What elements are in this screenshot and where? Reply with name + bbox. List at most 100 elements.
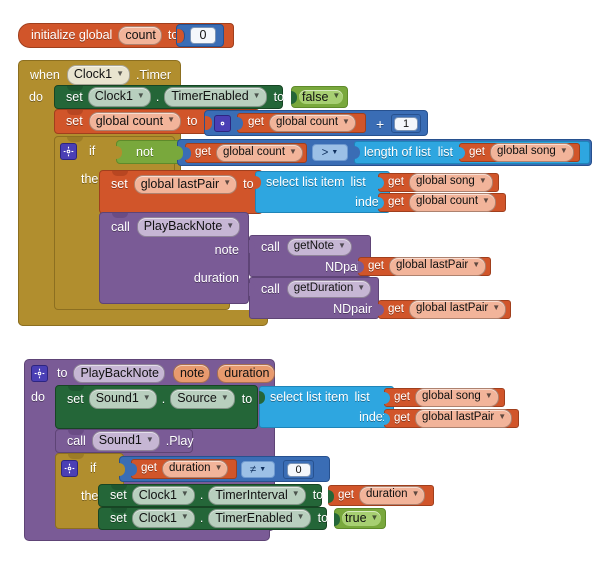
true-dropdown[interactable]: true ▼ xyxy=(342,511,382,526)
component-dropdown-sound1[interactable]: Sound1 ▼ xyxy=(91,431,160,451)
param-note-field[interactable]: note xyxy=(172,363,211,384)
component-dropdown-sound1[interactable]: Sound1 ▼ xyxy=(88,389,157,409)
procedure-label: getNote xyxy=(293,239,335,252)
call-keyword: call xyxy=(261,239,280,254)
gear-icon[interactable] xyxy=(60,142,77,160)
block-get-duration-compare[interactable]: get duration ▼ xyxy=(131,459,237,479)
property-dropdown-source[interactable]: Source ▼ xyxy=(170,389,235,409)
block-call-getduration[interactable]: call getDuration ▼ NDpair xyxy=(249,277,379,319)
block-number-zero[interactable]: 0 xyxy=(176,24,224,47)
block-get-global-lastpair-index[interactable]: get global lastPair ▼ xyxy=(384,409,519,428)
property-dropdown-timerinterval[interactable]: TimerInterval ▼ xyxy=(208,485,306,506)
property-dropdown-timerenabled[interactable]: TimerEnabled ▼ xyxy=(208,508,311,529)
number-value-field[interactable]: 0 xyxy=(190,27,216,44)
block-call-playbacknote[interactable]: call PlayBackNote ▼ note duration xyxy=(99,212,249,304)
block-logic-true[interactable]: true ▼ xyxy=(334,508,386,529)
chevron-down-icon: ▼ xyxy=(180,489,189,499)
gear-icon[interactable] xyxy=(31,365,48,382)
chevron-down-icon: ▼ xyxy=(291,489,300,499)
block-get-global-count-addend[interactable]: get global count ▼ xyxy=(237,113,366,133)
variable-label: global lastPair xyxy=(396,259,469,272)
list-socket-label: list xyxy=(354,390,370,405)
gear-icon[interactable] xyxy=(61,459,78,477)
block-get-global-song-length[interactable]: get global song ▼ xyxy=(459,143,580,162)
procedure-dropdown-getduration[interactable]: getDuration ▼ xyxy=(286,279,372,299)
clock-component-dropdown[interactable]: Clock1 ▼ xyxy=(66,65,131,85)
get-variable-dropdown[interactable]: global song ▼ xyxy=(490,143,574,162)
list-socket-label: list xyxy=(437,145,453,160)
comparison-operator-dropdown[interactable]: > ▼ xyxy=(312,144,348,161)
block-set-clock1-timerinterval[interactable]: set Clock1 ▼ . TimerInterval ▼ to xyxy=(98,484,323,507)
get-keyword: get xyxy=(394,411,410,424)
block-set-sound1-source[interactable]: set Sound1 ▼ . Source ▼ to xyxy=(55,385,258,429)
get-variable-dropdown[interactable]: global song ▼ xyxy=(415,388,499,407)
block-set-clock1-timerenabled-false[interactable]: set Clock1 ▼ . TimerEnabled ▼ to xyxy=(54,85,284,109)
block-logic-false[interactable]: false ▼ xyxy=(291,86,348,108)
procedure-dropdown-getnote[interactable]: getNote ▼ xyxy=(286,237,352,257)
block-set-clock1-timerenabled-true[interactable]: set Clock1 ▼ . TimerEnabled ▼ to xyxy=(98,507,328,530)
chevron-down-icon: ▼ xyxy=(338,240,346,250)
property-dropdown-timerenabled[interactable]: TimerEnabled ▼ xyxy=(164,87,267,107)
block-logic-not[interactable]: not xyxy=(116,140,182,164)
top-notch xyxy=(112,171,128,176)
global-lastpair-dropdown[interactable]: global lastPair ▼ xyxy=(133,174,238,195)
number-value-field[interactable]: 1 xyxy=(394,116,418,131)
chevron-down-icon: ▼ xyxy=(259,466,267,473)
blockly-workspace[interactable]: initialize global count to 0 when Clock1… xyxy=(0,0,609,562)
dot-separator: . xyxy=(155,89,160,104)
gear-icon[interactable] xyxy=(214,114,231,132)
chevron-down-icon: ▼ xyxy=(342,116,350,126)
get-keyword: get xyxy=(368,259,384,272)
block-get-duration-interval[interactable]: get duration ▼ xyxy=(328,485,434,506)
block-get-global-count-left[interactable]: get global count ▼ xyxy=(185,143,307,163)
block-get-global-lastpair-duration[interactable]: get global lastPair ▼ xyxy=(378,300,511,319)
variable-label: global song xyxy=(422,390,481,403)
get-variable-dropdown[interactable]: global lastPair ▼ xyxy=(409,300,507,319)
procedure-dropdown-playbacknote[interactable]: PlayBackNote ▼ xyxy=(136,217,241,237)
block-call-getnote[interactable]: call getNote ▼ NDpair xyxy=(249,235,371,277)
component-dropdown-clock1[interactable]: Clock1 ▼ xyxy=(131,508,195,529)
block-set-global-lastpair[interactable]: set global lastPair ▼ to xyxy=(99,170,263,214)
block-number-zero-compare[interactable]: 0 xyxy=(283,460,314,479)
block-get-global-song-select[interactable]: get global song ▼ xyxy=(378,173,499,192)
chevron-down-icon: ▼ xyxy=(180,512,189,522)
global-name-field[interactable]: count xyxy=(118,25,162,46)
get-variable-dropdown[interactable]: global count ▼ xyxy=(216,143,303,163)
block-number-one[interactable]: 1 xyxy=(391,114,421,133)
get-variable-dropdown[interactable]: global song ▼ xyxy=(409,173,493,192)
procedure-name-field[interactable]: PlayBackNote xyxy=(73,363,165,384)
get-variable-dropdown[interactable]: global lastPair ▼ xyxy=(389,257,487,276)
get-variable-dropdown[interactable]: duration ▼ xyxy=(162,459,229,479)
chevron-down-icon: ▼ xyxy=(220,392,229,402)
block-select-list-item-song[interactable]: select list item list index xyxy=(255,171,390,213)
block-get-global-song-source[interactable]: get global song ▼ xyxy=(384,388,505,407)
false-dropdown[interactable]: false ▼ xyxy=(299,89,344,105)
clock-component-label: Clock1 xyxy=(73,67,113,82)
list-socket-label: list xyxy=(350,175,366,190)
property-label: TimerInterval xyxy=(215,487,288,502)
block-get-global-lastpair-note[interactable]: get global lastPair ▼ xyxy=(358,257,491,276)
block-select-list-item-source[interactable]: select list item list index xyxy=(259,386,394,428)
select-list-item-label: select list item xyxy=(266,175,345,190)
if-keyword: if xyxy=(90,460,97,475)
get-variable-dropdown[interactable]: global count ▼ xyxy=(409,193,496,212)
note-param-label: note xyxy=(214,242,239,257)
variable-label: global count xyxy=(276,115,339,128)
block-get-global-count-index[interactable]: get global count ▼ xyxy=(378,193,506,212)
to-keyword: to xyxy=(57,366,68,381)
get-variable-dropdown[interactable]: duration ▼ xyxy=(359,486,426,505)
component-dropdown-clock1[interactable]: Clock1 ▼ xyxy=(131,485,195,506)
chevron-down-icon: ▼ xyxy=(142,392,151,402)
component-dropdown-clock1[interactable]: Clock1 ▼ xyxy=(87,87,151,107)
get-variable-dropdown[interactable]: global count ▼ xyxy=(269,113,356,133)
call-keyword: call xyxy=(261,281,280,296)
comparison-operator-dropdown-ne[interactable]: ≠ ▼ xyxy=(241,461,275,478)
get-keyword: get xyxy=(388,175,404,188)
number-value-field[interactable]: 0 xyxy=(286,462,311,477)
top-notch xyxy=(112,213,128,218)
block-call-sound1-play[interactable]: call Sound1 ▼ .Play xyxy=(55,429,194,453)
duration-param-label: duration xyxy=(193,270,239,285)
get-variable-dropdown[interactable]: global lastPair ▼ xyxy=(415,409,513,428)
global-count-dropdown[interactable]: global count ▼ xyxy=(88,111,182,132)
param-duration-field[interactable]: duration xyxy=(217,363,276,384)
